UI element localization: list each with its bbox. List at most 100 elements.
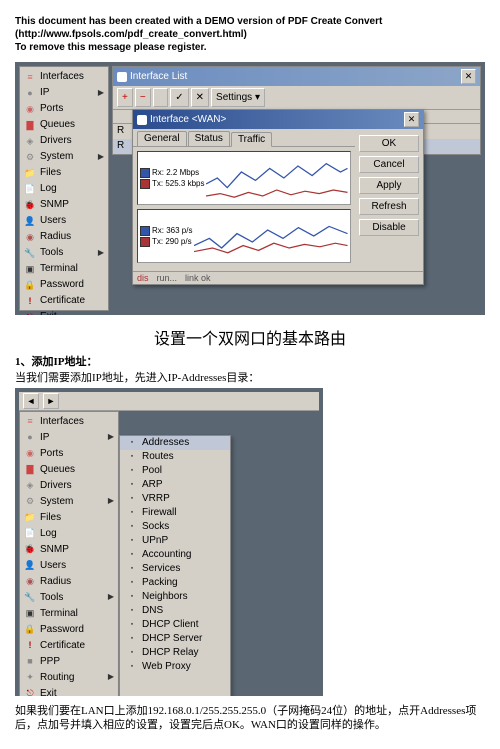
menu-ip[interactable]: IP▶ (20, 85, 108, 101)
bullet-icon (126, 633, 138, 645)
submenu-neighbors[interactable]: Neighbors (120, 590, 230, 604)
bullet-icon (126, 479, 138, 491)
menu-password[interactable]: Password (20, 622, 118, 638)
menu-ports[interactable]: Ports (20, 446, 118, 462)
settings-button[interactable]: Settings ▾ (211, 88, 265, 107)
ic-password-icon (24, 279, 36, 291)
menu-exit[interactable]: Exit (20, 309, 108, 315)
submenu-firewall[interactable]: Firewall (120, 506, 230, 520)
menu-log[interactable]: Log (20, 181, 108, 197)
submenu-routes[interactable]: Routes (120, 450, 230, 464)
menu-system[interactable]: System▶ (20, 494, 118, 510)
section-heading: 设置一个双网口的基本路由 (15, 325, 485, 349)
chevron-right-icon: ▶ (98, 87, 104, 100)
menu-radius[interactable]: Radius (20, 229, 108, 245)
chevron-right-icon: ▶ (108, 495, 114, 508)
submenu-socks[interactable]: Socks (120, 520, 230, 534)
ic-system-icon (24, 151, 36, 163)
submenu-dhcp-server[interactable]: DHCP Server (120, 632, 230, 646)
menu-terminal[interactable]: Terminal (20, 606, 118, 622)
submenu-vrrp[interactable]: VRRP (120, 492, 230, 506)
menu-ppp[interactable]: PPP (20, 654, 118, 670)
disable-button[interactable]: ✕ (191, 88, 209, 107)
menu-files[interactable]: Files (20, 165, 108, 181)
menu-users[interactable]: Users (20, 558, 118, 574)
submenu-web-proxy[interactable]: Web Proxy (120, 660, 230, 674)
cancel-button[interactable]: Cancel (359, 156, 419, 173)
menu-password[interactable]: Password (20, 277, 108, 293)
menu-exit[interactable]: Exit (20, 686, 118, 696)
ic-snmp-icon (24, 544, 36, 556)
submenu-services[interactable]: Services (120, 562, 230, 576)
wan-title: Interface <WAN> (150, 114, 226, 125)
menu-interfaces[interactable]: Interfaces (20, 414, 118, 430)
disable-button[interactable]: Disable (359, 219, 419, 236)
menu-files[interactable]: Files (20, 510, 118, 526)
bullet-icon (126, 577, 138, 589)
interface-toolbar: + − ✓ ✕ Settings ▾ (113, 86, 480, 110)
ic-files-icon (24, 167, 36, 179)
ic-interfaces-icon (24, 71, 36, 83)
ic-queues-icon (24, 119, 36, 131)
ic-terminal-icon (24, 608, 36, 620)
wan-statusbar: dis run... link ok (133, 271, 423, 284)
menu-snmp[interactable]: SNMP (20, 542, 118, 558)
ic-radius-icon (24, 231, 36, 243)
tx-legend-icon (140, 179, 150, 189)
chevron-right-icon: ▶ (98, 247, 104, 260)
menu-certificate[interactable]: Certificate (20, 293, 108, 309)
menu-queues[interactable]: Queues (20, 462, 118, 478)
close-icon[interactable]: ✕ (404, 112, 419, 127)
menu-users[interactable]: Users (20, 213, 108, 229)
menu-drivers[interactable]: Drivers (20, 133, 108, 149)
ic-snmp-icon (24, 199, 36, 211)
menu-queues[interactable]: Queues (20, 117, 108, 133)
submenu-dhcp-client[interactable]: DHCP Client (120, 618, 230, 632)
enable-button[interactable]: ✓ (170, 88, 188, 107)
add-button[interactable]: + (117, 88, 133, 107)
bullet-icon (126, 549, 138, 561)
wan-titlebar[interactable]: Interface <WAN> ✕ (133, 110, 423, 129)
forward-button[interactable]: ► (43, 393, 59, 409)
menu-drivers[interactable]: Drivers (20, 478, 118, 494)
tab-traffic[interactable]: Traffic (231, 132, 272, 147)
blank-button[interactable] (153, 88, 169, 107)
submenu-packing[interactable]: Packing (120, 576, 230, 590)
menu-terminal[interactable]: Terminal (20, 261, 108, 277)
ic-queues-icon (24, 464, 36, 476)
chevron-right-icon: ▶ (108, 591, 114, 604)
refresh-button[interactable]: Refresh (359, 198, 419, 215)
ic-ip-icon (24, 432, 36, 444)
demo-line3: To remove this message please register. (15, 41, 485, 54)
tab-status[interactable]: Status (188, 131, 230, 146)
menu-snmp[interactable]: SNMP (20, 197, 108, 213)
menu-ports[interactable]: Ports (20, 101, 108, 117)
menu-tools[interactable]: Tools▶ (20, 590, 118, 606)
submenu-addresses[interactable]: Addresses (120, 436, 230, 450)
back-button[interactable]: ◄ (23, 393, 39, 409)
submenu-dhcp-relay[interactable]: DHCP Relay (120, 646, 230, 660)
menu-log[interactable]: Log (20, 526, 118, 542)
submenu-accounting[interactable]: Accounting (120, 548, 230, 562)
menu-certificate[interactable]: Certificate (20, 638, 118, 654)
ic-ports-icon (24, 448, 36, 460)
submenu-upnp[interactable]: UPnP (120, 534, 230, 548)
submenu-arp[interactable]: ARP (120, 478, 230, 492)
ip-submenu: AddressesRoutesPoolARPVRRPFirewallSocksU… (119, 435, 231, 696)
menu-tools[interactable]: Tools▶ (20, 245, 108, 261)
menu-radius[interactable]: Radius (20, 574, 118, 590)
submenu-dns[interactable]: DNS (120, 604, 230, 618)
demo-notice: This document has been created with a DE… (15, 15, 485, 54)
remove-button[interactable]: − (135, 88, 151, 107)
interface-list-titlebar[interactable]: Interface List ✕ (113, 67, 480, 86)
tab-general[interactable]: General (137, 131, 187, 146)
bandwidth-chart: Rx: 2.2 Mbps Tx: 525.3 kbps (137, 151, 351, 205)
submenu-pool[interactable]: Pool (120, 464, 230, 478)
menu-system[interactable]: System▶ (20, 149, 108, 165)
menu-ip[interactable]: IP▶ (20, 430, 118, 446)
ok-button[interactable]: OK (359, 135, 419, 152)
apply-button[interactable]: Apply (359, 177, 419, 194)
close-icon[interactable]: ✕ (461, 69, 476, 84)
menu-interfaces[interactable]: Interfaces (20, 69, 108, 85)
menu-routing[interactable]: Routing▶ (20, 670, 118, 686)
